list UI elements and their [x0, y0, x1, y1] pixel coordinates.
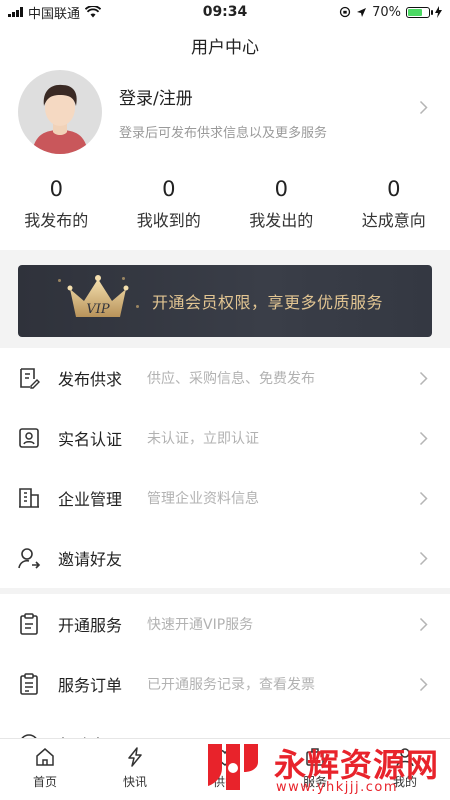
tab-label: 快讯	[122, 775, 147, 789]
menu-label: 邀请好友	[58, 550, 123, 569]
lightning-icon	[128, 747, 142, 767]
menu-desc: 未认证，立即认证	[147, 431, 259, 447]
chevron-right-icon[interactable]	[419, 100, 428, 115]
vip-banner[interactable]: VIP 开通会员权限，享更多优质服务	[18, 265, 432, 337]
menu-item-company[interactable]: 企业管理 管理企业资料信息	[0, 468, 450, 528]
sparkle	[136, 305, 139, 308]
login-hint: 登录后可发布供求信息以及更多服务	[119, 126, 328, 141]
invite-user-icon	[18, 548, 41, 569]
watermark: 永辉资源网 www.yhkjjj.com	[198, 736, 450, 800]
location-arrow-icon	[357, 7, 367, 17]
clipboard-list-icon	[20, 673, 38, 695]
stat-sent[interactable]: 0 我发出的	[225, 176, 338, 231]
menu-item-invite[interactable]: 邀请好友	[0, 528, 450, 588]
page-title: 用户中心	[0, 24, 450, 66]
stat-intent[interactable]: 0 达成意向	[338, 176, 450, 231]
stat-published[interactable]: 0 我发布的	[0, 176, 113, 231]
chevron-right-icon	[419, 491, 428, 506]
watermark-logo-icon	[208, 744, 258, 790]
chevron-right-icon	[419, 551, 428, 566]
menu-desc: 供应、采购信息、免费发布	[147, 371, 315, 387]
menu-label: 发布供求	[58, 370, 123, 389]
menu-group-main: 发布供求 供应、采购信息、免费发布 实名认证 未认证，立即认证 企业管理 管理企…	[0, 348, 450, 588]
chevron-right-icon	[419, 431, 428, 446]
stat-label: 我发布的	[24, 211, 89, 230]
id-card-icon	[19, 428, 39, 448]
stat-label: 我收到的	[136, 211, 201, 230]
tab-label: 首页	[32, 775, 57, 789]
document-edit-icon	[20, 368, 40, 389]
menu-desc: 管理企业资料信息	[147, 491, 259, 507]
stat-label: 我发出的	[249, 211, 314, 230]
vip-crown-icon: VIP	[67, 275, 129, 317]
profile-section: 登录/注册 登录后可发布供求信息以及更多服务 0 我发布的 0 我收到的 0 我…	[0, 66, 450, 250]
menu-item-verify[interactable]: 实名认证 未认证，立即认证	[0, 408, 450, 468]
charging-bolt-icon	[435, 6, 442, 18]
sparkle	[58, 279, 61, 282]
battery-percent: 70%	[372, 4, 401, 20]
battery-icon	[406, 6, 433, 18]
tab-news[interactable]: 快讯	[90, 739, 180, 800]
tab-home[interactable]: 首页	[0, 739, 90, 800]
stat-received[interactable]: 0 我收到的	[113, 176, 226, 231]
menu-desc: 已开通服务记录，查看发票	[147, 677, 315, 693]
building-icon	[19, 488, 39, 508]
menu-item-open-service[interactable]: 开通服务 快速开通VIP服务	[0, 594, 450, 654]
stat-value: 0	[162, 177, 176, 201]
stat-value: 0	[274, 177, 288, 201]
vip-badge: VIP	[86, 302, 110, 317]
menu-label: 实名认证	[58, 430, 123, 449]
menu-label: 服务订单	[58, 676, 123, 695]
menu-desc: 快速开通VIP服务	[147, 617, 254, 633]
stat-label: 达成意向	[361, 211, 426, 230]
wifi-icon	[85, 6, 102, 18]
menu-item-orders[interactable]: 服务订单 已开通服务记录，查看发票	[0, 654, 450, 714]
watermark-url: www.yhkjjj.com	[276, 780, 399, 795]
stats-row: 0 我发布的 0 我收到的 0 我发出的 0 达成意向	[0, 176, 450, 231]
login-register-link[interactable]: 登录/注册	[119, 84, 193, 109]
stat-value: 0	[49, 177, 63, 201]
chevron-right-icon	[419, 677, 428, 692]
menu-label: 开通服务	[58, 616, 123, 635]
chevron-right-icon	[419, 617, 428, 632]
home-icon	[36, 748, 54, 766]
status-bar: 中国联通 09:34 70%	[0, 0, 450, 24]
default-avatar-icon	[18, 70, 102, 154]
vip-section: VIP 开通会员权限，享更多优质服务	[0, 250, 450, 348]
carrier-name: 中国联通	[28, 6, 81, 22]
signal-icon	[8, 7, 23, 17]
menu-label: 企业管理	[58, 490, 123, 509]
clipboard-icon	[20, 613, 38, 635]
orientation-lock-icon	[339, 6, 351, 18]
stat-value: 0	[387, 177, 401, 201]
vip-promo-text: 开通会员权限，享更多优质服务	[152, 293, 384, 312]
avatar[interactable]	[18, 70, 102, 154]
menu-item-publish[interactable]: 发布供求 供应、采购信息、免费发布	[0, 348, 450, 408]
chevron-right-icon	[419, 371, 428, 386]
